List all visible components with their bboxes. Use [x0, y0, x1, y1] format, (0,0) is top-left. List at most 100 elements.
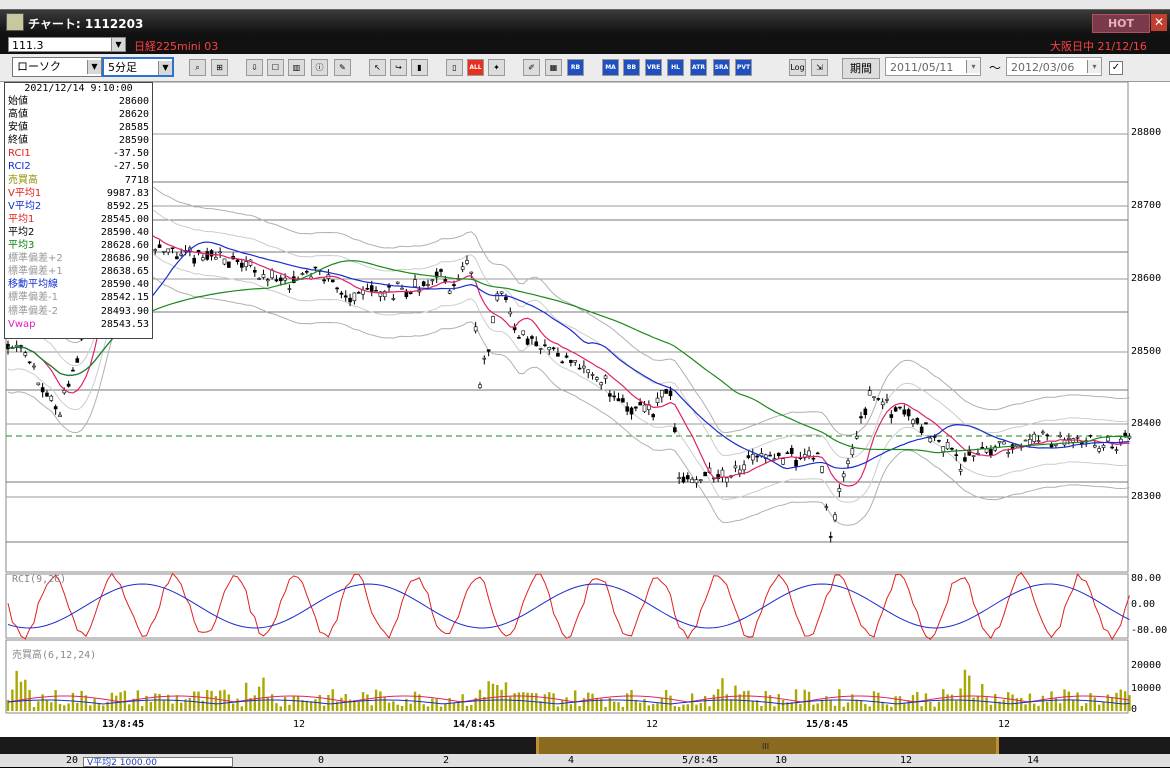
toolbar-SRA-icon[interactable]: SRA — [713, 59, 730, 76]
hot-button[interactable]: HOT — [1092, 14, 1150, 33]
period-button[interactable]: 期間 — [842, 58, 880, 79]
calendar-icon[interactable]: ▾ — [1087, 60, 1101, 73]
volume-bar — [275, 703, 278, 711]
volume-bar — [881, 701, 884, 711]
toolbar-Log-icon[interactable]: Log — [789, 59, 806, 76]
volume-bar — [890, 706, 893, 711]
info-value: 28628.60 — [100, 240, 149, 252]
calendar-icon[interactable]: ▾ — [966, 60, 980, 73]
chevron-down-icon[interactable]: ▼ — [158, 61, 172, 75]
bottom-tick: 0 — [318, 755, 325, 766]
toolbar-cross-icon[interactable]: ⊞ — [211, 59, 228, 76]
toolbar-colors-icon[interactable]: ▦ — [545, 59, 562, 76]
volume-bar — [84, 695, 88, 711]
volume-bar — [141, 706, 144, 711]
toolbar-edit-icon[interactable]: ✎ — [334, 59, 351, 76]
candle-body — [486, 349, 491, 352]
volume-bar — [1071, 700, 1075, 711]
candle-body — [495, 293, 500, 301]
toolbar-MA-icon[interactable]: MA — [602, 59, 619, 76]
toolbar-ALL-icon[interactable]: ALL — [467, 59, 484, 76]
candle-body — [439, 269, 443, 272]
toolbar-down-icon[interactable]: ⇩ — [246, 59, 263, 76]
toolbar-RCI-icon[interactable]: RB — [567, 59, 584, 76]
candle-body — [885, 399, 889, 401]
toolbar-zoom-icon[interactable]: ⌕ — [189, 59, 206, 76]
end-date-field[interactable]: 2012/03/06 ▾ — [1006, 57, 1102, 76]
volume-bar — [976, 696, 980, 711]
volume-bar — [32, 706, 36, 711]
toolbar-config-icon[interactable]: ✦ — [488, 59, 505, 76]
candle-body — [1123, 432, 1127, 437]
bottom-tick: 2 — [443, 755, 450, 766]
info-label: 標準偏差-2 — [8, 305, 58, 317]
candle-body — [1093, 445, 1097, 448]
toolbar-candle-b-icon[interactable]: ▯ — [446, 59, 463, 76]
candle-body — [577, 367, 582, 370]
chevron-down-icon[interactable]: ▼ — [87, 60, 101, 74]
toolbar-tools-icon[interactable]: ✐ — [523, 59, 540, 76]
symbol-code-select[interactable]: 111.3 ▼ — [8, 37, 126, 52]
volume-bar — [231, 703, 235, 711]
toolbar-VRE-icon[interactable]: VRE — [645, 59, 662, 76]
volume-bar — [760, 705, 763, 711]
volume-bar — [205, 689, 209, 711]
candle-body — [253, 269, 257, 273]
volume-bar — [452, 703, 456, 711]
candle-body — [1067, 437, 1071, 440]
chart-type-select[interactable]: ローソク ▼ — [12, 57, 102, 77]
chart-canvas[interactable] — [0, 82, 1170, 737]
toolbar-export-icon[interactable]: ⇲ — [811, 59, 828, 76]
toolbar-cap-icon[interactable]: ☐ — [267, 59, 284, 76]
volume-bar — [383, 696, 386, 711]
candle-body — [1045, 434, 1049, 437]
volume-bar — [322, 705, 326, 711]
candle-body — [278, 277, 283, 282]
candle-body — [681, 476, 686, 483]
volume-bar — [656, 703, 659, 711]
interval-select[interactable]: 5分足 ▼ — [102, 57, 174, 77]
info-row: Vwap 28543.53 — [5, 318, 152, 331]
candle-body — [971, 455, 976, 457]
candle-body — [356, 292, 361, 294]
toolbar-redo-icon[interactable]: ↪ — [390, 59, 407, 76]
data-info-panel: 2021/12/14 9:10:00 始値 28600 高値 28620 安値 28585… — [4, 82, 153, 339]
price-tick: 28800 — [1131, 127, 1162, 138]
volume-bar — [617, 702, 620, 711]
volume-bar — [1097, 704, 1101, 711]
candle-body — [265, 279, 270, 282]
volume-bar — [461, 694, 464, 711]
volume-bar — [686, 704, 690, 711]
candle-body — [244, 261, 248, 268]
info-label: 終値 — [8, 135, 28, 147]
candle-body — [850, 448, 855, 456]
close-icon[interactable]: ✕ — [1151, 14, 1167, 31]
toolbar-candle-a-icon[interactable]: ▮ — [411, 59, 428, 76]
start-date-field[interactable]: 2011/05/11 ▾ — [885, 57, 981, 76]
candle-body — [703, 471, 707, 477]
chevron-down-icon[interactable]: ▼ — [111, 38, 125, 51]
candle-body — [482, 357, 487, 360]
toolbar-info-icon[interactable]: ⓘ — [311, 59, 328, 76]
volume-bar — [266, 697, 269, 711]
toolbar-ATR-icon[interactable]: ATR — [690, 59, 707, 76]
volume-bar — [180, 702, 183, 711]
x-tick: 12 — [293, 719, 306, 730]
volume-bar — [37, 701, 40, 711]
volume-bar — [937, 701, 941, 711]
volume-bar — [244, 682, 248, 711]
candle-body — [400, 287, 404, 290]
overview-handle[interactable]: III — [762, 742, 769, 751]
toolbar-HL-icon[interactable]: HL — [667, 59, 684, 76]
price-tick: 28500 — [1131, 346, 1162, 357]
date-range-checkbox[interactable]: ✓ — [1109, 61, 1123, 75]
candle-body — [638, 402, 642, 406]
candle-body — [846, 460, 850, 464]
volume-bar — [587, 692, 590, 711]
toolbar-up-icon[interactable]: ▥ — [288, 59, 305, 76]
volume-bar — [660, 697, 664, 711]
toolbar-BB-icon[interactable]: BB — [623, 59, 640, 76]
toolbar-PVT-icon[interactable]: PVT — [735, 59, 752, 76]
toolbar-pointer-icon[interactable]: ↖ — [369, 59, 386, 76]
candle-body — [694, 479, 699, 484]
